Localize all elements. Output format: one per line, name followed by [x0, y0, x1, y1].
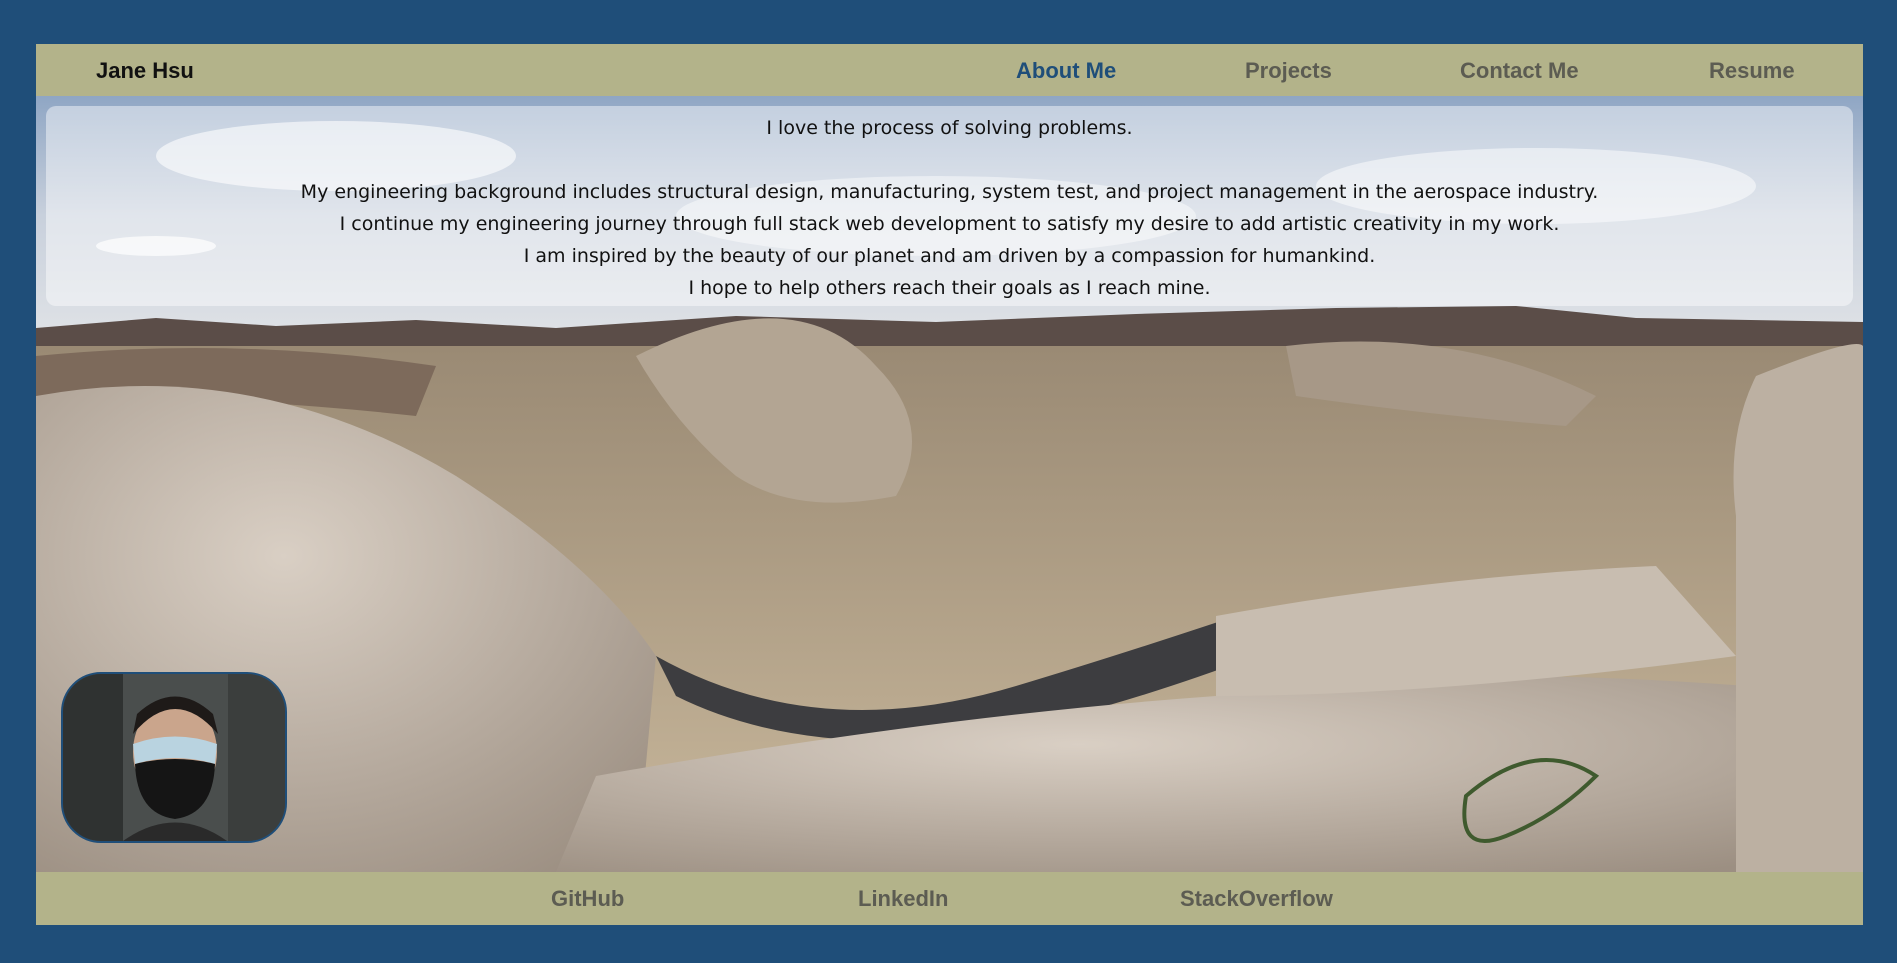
footer-link-stackoverflow[interactable]: StackOverflow — [1180, 886, 1333, 912]
nav-projects[interactable]: Projects — [1245, 58, 1332, 84]
profile-photo-image — [63, 674, 285, 841]
intro-lead: I love the process of solving problems. — [766, 117, 1133, 139]
footer-bar: GitHub LinkedIn StackOverflow — [36, 872, 1863, 925]
footer-link-github[interactable]: GitHub — [551, 886, 624, 912]
top-navbar: Jane Hsu About Me Projects Contact Me Re… — [36, 44, 1863, 96]
profile-photo — [61, 672, 287, 843]
brand-name[interactable]: Jane Hsu — [96, 58, 194, 84]
intro-line: I am inspired by the beauty of our plane… — [523, 245, 1376, 267]
intro-line: I hope to help others reach their goals … — [688, 277, 1211, 299]
nav-resume[interactable]: Resume — [1709, 58, 1795, 84]
nav-contact-me[interactable]: Contact Me — [1460, 58, 1579, 84]
page-frame: Jane Hsu About Me Projects Contact Me Re… — [36, 44, 1863, 925]
hero-panorama: I love the process of solving problems. … — [36, 96, 1863, 872]
intro-line: My engineering background includes struc… — [300, 181, 1599, 203]
intro-line: I continue my engineering journey throug… — [339, 213, 1560, 235]
nav-about-me[interactable]: About Me — [1016, 58, 1116, 84]
footer-link-linkedin[interactable]: LinkedIn — [858, 886, 948, 912]
intro-panel: I love the process of solving problems. … — [46, 106, 1853, 306]
